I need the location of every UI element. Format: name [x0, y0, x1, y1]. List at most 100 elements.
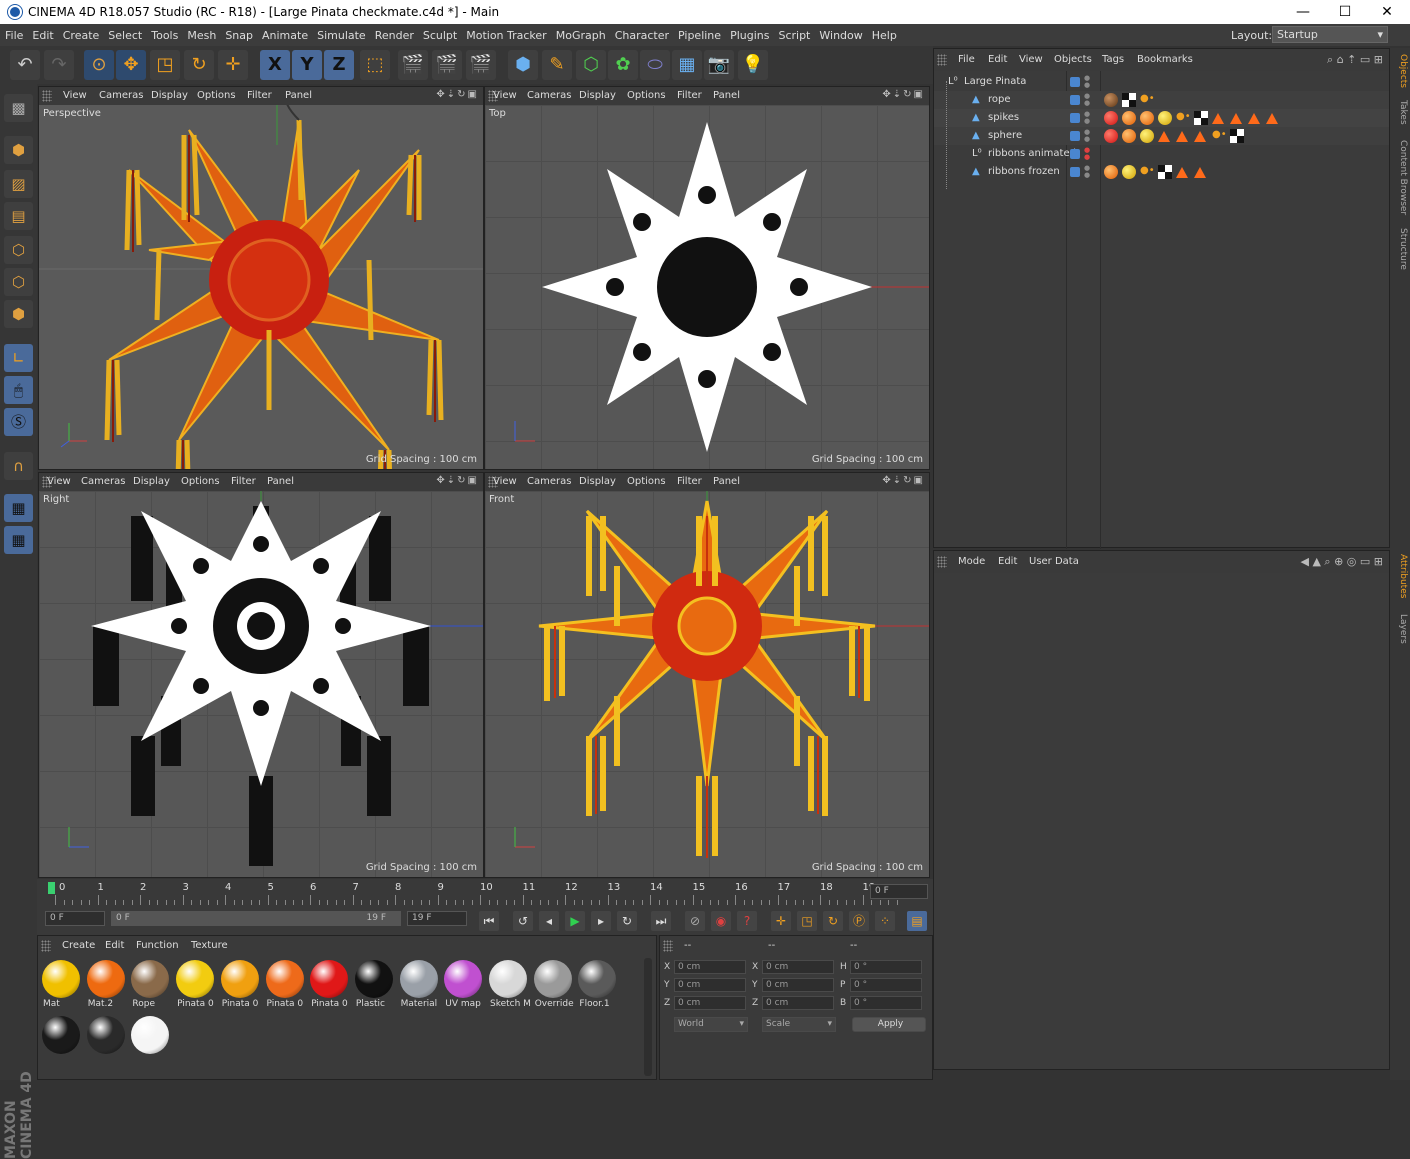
am-menu-mode[interactable]: Mode — [958, 556, 985, 567]
coord-value-field[interactable]: 0 ° — [850, 960, 922, 974]
phong-tag-icon[interactable] — [1158, 131, 1170, 142]
end-frame-field[interactable]: 19 F — [407, 911, 467, 926]
previous-frame-icon[interactable]: ◂ — [539, 911, 559, 931]
viewport-menu-view[interactable]: View — [47, 476, 71, 487]
tab-objects[interactable]: Objects — [1392, 54, 1408, 88]
points-mode-icon[interactable]: ⬡ — [4, 236, 33, 264]
viewport-menu-options[interactable]: Options — [181, 476, 220, 487]
editor-render-dots-icon[interactable]: ● ● — [1084, 147, 1090, 161]
play-icon[interactable]: ▶ — [565, 911, 585, 931]
material-tag-icon[interactable] — [1140, 111, 1154, 125]
uvw-tag-icon[interactable] — [1122, 93, 1136, 107]
live-selection-icon[interactable]: ⊙ — [84, 50, 114, 80]
render-settings-icon[interactable]: 🎬 — [466, 50, 496, 80]
am-menu-edit[interactable]: Edit — [998, 556, 1017, 567]
object-name[interactable]: sphere — [988, 130, 1022, 141]
go-to-start-icon[interactable]: ⏮ — [479, 911, 499, 931]
tab-takes[interactable]: Takes — [1392, 100, 1408, 125]
viewport-top[interactable]: View Cameras Display Options Filter Pane… — [484, 86, 930, 470]
point-level-animation-icon[interactable]: ⁘ — [875, 911, 895, 931]
visibility-icon[interactable] — [1070, 95, 1080, 105]
texture-mode-icon[interactable]: ▨ — [4, 170, 33, 198]
viewport-menu-display[interactable]: Display — [579, 90, 616, 101]
viewport-navigation-icons[interactable]: ✥⇣↻▣ — [436, 89, 479, 100]
phong-tag-icon[interactable] — [1194, 167, 1206, 178]
selection-tag-icon[interactable]: ●• — [1176, 111, 1191, 125]
viewport-menu-options[interactable]: Options — [627, 476, 666, 487]
object-name[interactable]: ribbons frozen — [988, 166, 1060, 177]
rotation-key-icon[interactable]: ↻ — [823, 911, 843, 931]
mm-menu-function[interactable]: Function — [136, 940, 179, 951]
viewport-menu-view[interactable]: View — [493, 90, 517, 101]
viewport-menu-display[interactable]: Display — [151, 90, 188, 101]
viewport-menu-display[interactable]: Display — [579, 476, 616, 487]
start-frame-field[interactable]: 0 F — [45, 911, 105, 926]
viewport-menu-panel[interactable]: Panel — [267, 476, 294, 487]
menu-pipeline[interactable]: Pipeline — [673, 24, 725, 42]
material-label[interactable]: Floor.1 — [579, 999, 623, 1009]
menu-mograph[interactable]: MoGraph — [551, 24, 610, 42]
material-label[interactable]: Pinata 0 — [222, 999, 266, 1009]
tab-attributes[interactable]: Attributes — [1392, 554, 1408, 598]
editor-render-dots-icon[interactable]: ● ● — [1084, 129, 1090, 143]
undo-icon[interactable]: ↶ — [10, 50, 40, 80]
om-menu-tags[interactable]: Tags — [1102, 54, 1124, 65]
deformer-icon[interactable]: ⬭ — [640, 50, 670, 80]
object-row[interactable]: L⁰ ribbons animated ● ● — [934, 145, 1389, 163]
make-editable-icon[interactable]: ▩ — [4, 94, 33, 122]
coord-value-field[interactable]: 0 cm — [674, 996, 746, 1010]
mm-menu-edit[interactable]: Edit — [105, 940, 124, 951]
coordinate-system-icon[interactable]: ⬚ — [360, 50, 390, 80]
material-label[interactable]: Pinata 0 — [311, 999, 355, 1009]
material-swatch[interactable] — [42, 960, 80, 998]
phong-tag-icon[interactable] — [1176, 167, 1188, 178]
timeline-window-icon[interactable]: ▤ — [907, 911, 927, 931]
frame-range-slider[interactable]: 0 F 19 F — [111, 911, 401, 926]
scale-dropdown[interactable]: Scale ▾ — [762, 1017, 836, 1032]
viewport-menu-options[interactable]: Options — [627, 90, 666, 101]
viewport-menu-panel[interactable]: Panel — [713, 90, 740, 101]
redo-icon[interactable]: ↷ — [44, 50, 74, 80]
viewport-menu-filter[interactable]: Filter — [231, 476, 256, 487]
menu-file[interactable]: File — [0, 24, 27, 42]
menu-motion-tracker[interactable]: Motion Tracker — [461, 24, 550, 42]
material-swatch[interactable] — [533, 960, 572, 998]
object-row[interactable]: ▲ sphere ● ● ●• — [934, 127, 1389, 145]
editor-render-dots-icon[interactable]: ● ● — [1084, 75, 1090, 89]
layout-dropdown[interactable]: Startup ▾ — [1272, 26, 1388, 43]
object-name[interactable]: ribbons animated — [988, 148, 1076, 159]
workplane-icon[interactable]: ▦ — [4, 526, 33, 554]
y-axis-lock-button[interactable]: Y — [292, 50, 322, 80]
viewport-navigation-icons[interactable]: ✥⇣↻▣ — [436, 475, 479, 486]
material-label[interactable]: Override — [535, 999, 579, 1009]
workplane-mode-icon[interactable]: ▤ — [4, 202, 33, 230]
menu-mesh[interactable]: Mesh — [182, 24, 220, 42]
coord-value-field[interactable]: 0 cm — [762, 978, 834, 992]
selection-tag-icon[interactable]: ●• — [1140, 93, 1155, 107]
x-axis-lock-button[interactable]: X — [260, 50, 290, 80]
viewport-perspective[interactable]: View Cameras Display Options Filter Pane… — [38, 86, 484, 470]
scale-key-icon[interactable]: ◳ — [797, 911, 817, 931]
material-tag-icon[interactable] — [1158, 111, 1172, 125]
material-swatch[interactable] — [310, 960, 349, 998]
object-name[interactable]: spikes — [988, 112, 1019, 123]
go-to-end-icon[interactable]: ⏭ — [651, 911, 671, 931]
viewport-menu-display[interactable]: Display — [133, 476, 170, 487]
menu-simulate[interactable]: Simulate — [312, 24, 370, 42]
snapping-magnet-icon[interactable]: ∩ — [4, 452, 33, 480]
viewport-menu-filter[interactable]: Filter — [677, 90, 702, 101]
material-swatch[interactable] — [86, 1016, 125, 1054]
menu-character[interactable]: Character — [610, 24, 673, 42]
record-keys-icon[interactable]: ⊘ — [685, 911, 705, 931]
parameter-key-icon[interactable]: Ⓟ — [849, 911, 869, 931]
rotate-tool-icon[interactable]: ↻ — [184, 50, 214, 80]
viewport-navigation-icons[interactable]: ✥⇣↻▣ — [882, 475, 925, 486]
viewport-navigation-icons[interactable]: ✥⇣↻▣ — [882, 89, 925, 100]
material-swatch[interactable] — [265, 960, 304, 998]
editor-render-dots-icon[interactable]: ● ● — [1084, 165, 1090, 179]
material-tag-icon[interactable] — [1140, 129, 1154, 143]
menu-help[interactable]: Help — [867, 24, 901, 42]
subdivision-surface-icon[interactable]: ⬡ — [576, 50, 606, 80]
material-label[interactable]: Pinata 0 — [177, 999, 221, 1009]
material-swatch[interactable] — [86, 960, 125, 998]
